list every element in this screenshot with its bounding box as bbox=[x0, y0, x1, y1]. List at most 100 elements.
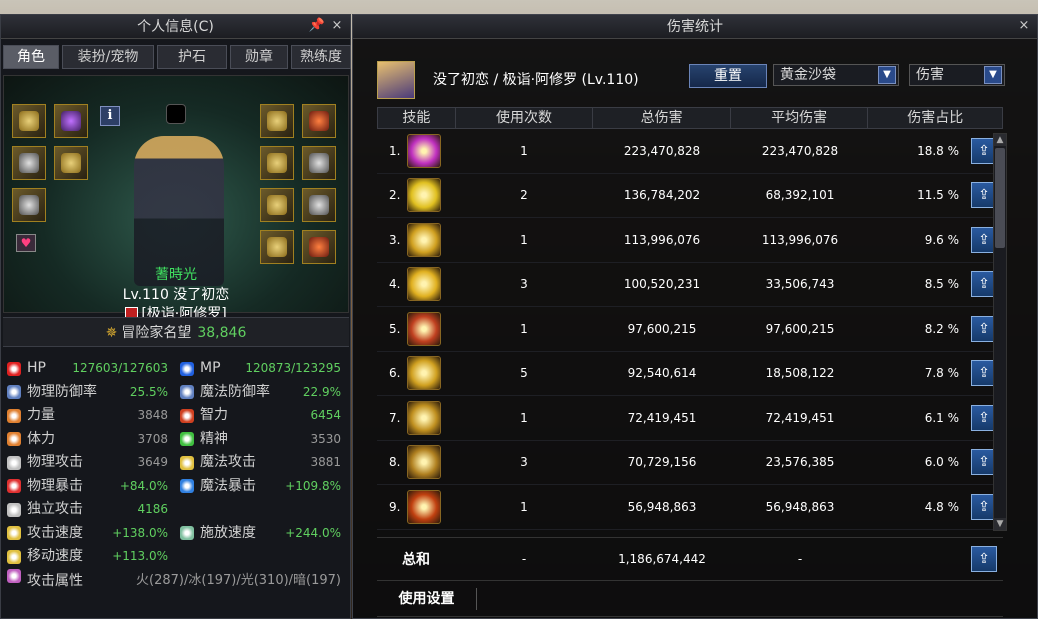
adventurer-fame: ✵ 冒险家名望 38,846 bbox=[3, 317, 349, 347]
total-damage-cell: 136,784,202 bbox=[623, 188, 701, 203]
stat-icon bbox=[180, 408, 194, 423]
skill-icon[interactable] bbox=[407, 311, 441, 346]
target-dropdown-value: 黄金沙袋 bbox=[780, 67, 836, 83]
close-icon[interactable]: × bbox=[1015, 17, 1033, 35]
total-uses: - bbox=[521, 552, 527, 566]
row-number: 2. bbox=[389, 188, 401, 203]
table-row[interactable]: 3. 1 113,996,076 113,996,076 9.6 % ⇪ bbox=[377, 218, 1003, 263]
stat-label: 精神 bbox=[200, 430, 228, 447]
chevron-down-icon[interactable]: ▼ bbox=[984, 66, 1002, 84]
equipment-slot-necklace[interactable] bbox=[302, 104, 336, 138]
column-skill[interactable]: 技能 bbox=[378, 108, 456, 128]
stat-label: 物理攻击 bbox=[27, 454, 83, 470]
table-row[interactable]: 5. 1 97,600,215 97,600,215 8.2 % ⇪ bbox=[377, 307, 1003, 352]
equipment-slot-magic-stone[interactable] bbox=[260, 230, 294, 264]
column-uses[interactable]: 使用次数 bbox=[456, 108, 594, 128]
equipment-slot-bottom[interactable] bbox=[54, 146, 88, 180]
share-cell: 18.8 % ⇪ bbox=[869, 137, 1003, 164]
table-scrollbar[interactable]: ▲ ▼ bbox=[993, 133, 1007, 531]
scroll-up-icon[interactable]: ▲ bbox=[994, 134, 1006, 146]
stat-label: 魔法攻击 bbox=[200, 454, 256, 470]
stat-row: 力量 3848 智力 6454 bbox=[3, 404, 349, 428]
stat-cell: 魔法防御率 22.9% bbox=[176, 381, 349, 405]
mode-dropdown[interactable]: 伤害 ▼ bbox=[909, 64, 1005, 86]
stat-icon bbox=[180, 479, 194, 494]
stat-cell: MP 120873/123295 bbox=[176, 357, 349, 381]
window-titlebar[interactable]: 伤害统计 × bbox=[353, 15, 1037, 39]
skill-icon[interactable] bbox=[407, 445, 441, 480]
scroll-thumb[interactable] bbox=[995, 148, 1005, 248]
reset-button[interactable]: 重置 bbox=[689, 64, 767, 88]
table-row[interactable]: 7. 1 72,419,451 72,419,451 6.1 % ⇪ bbox=[377, 396, 1003, 441]
table-body: 1. 1 223,470,828 223,470,828 18.8 % ⇪ 2. 2 136,7… bbox=[377, 129, 1003, 530]
tab-talisman[interactable]: 护石 bbox=[157, 45, 227, 69]
table-row[interactable]: 4. 3 100,520,231 33,506,743 8.5 % ⇪ bbox=[377, 263, 1003, 307]
row-number: 6. bbox=[389, 366, 401, 381]
skill-cell: 8. bbox=[377, 445, 455, 480]
equipment-slot-top[interactable] bbox=[12, 146, 46, 180]
equipment-slot-shoes[interactable] bbox=[260, 146, 294, 180]
table-row[interactable]: 2. 2 136,784,202 68,392,101 11.5 % ⇪ bbox=[377, 174, 1003, 218]
skill-icon[interactable] bbox=[407, 489, 441, 524]
stat-icon bbox=[180, 526, 194, 541]
dark-emblem-icon[interactable] bbox=[166, 104, 186, 124]
equipment-slot-shoulder[interactable] bbox=[260, 104, 294, 138]
attribute-label: 攻击属性 bbox=[27, 572, 83, 589]
stat-cell: 攻击速度 +138.0% bbox=[3, 522, 176, 546]
damage-share-value: 6.1 % bbox=[924, 410, 959, 425]
tab-avatar-pet[interactable]: 装扮/宠物 bbox=[62, 45, 154, 69]
table-row[interactable]: 8. 3 70,729,156 23,576,385 6.0 % ⇪ bbox=[377, 441, 1003, 485]
column-average-damage[interactable]: 平均伤害 bbox=[731, 108, 869, 128]
character-equipment-view: i ♥ 蓍時光 Lv.110 没了初恋 [极诣·阿修罗] bbox=[3, 75, 349, 322]
close-icon[interactable]: × bbox=[328, 17, 346, 35]
equipment-slot-bracelet[interactable] bbox=[302, 146, 336, 180]
average-damage-cell: 223,470,828 bbox=[761, 143, 839, 158]
scroll-down-icon[interactable]: ▼ bbox=[994, 518, 1006, 530]
share-cell: 7.8 % ⇪ bbox=[869, 360, 1003, 387]
guild-name: 蓍時光 bbox=[155, 267, 197, 283]
usage-settings-label[interactable]: 使用设置 bbox=[377, 587, 477, 610]
target-dropdown[interactable]: 黄金沙袋 ▼ bbox=[773, 64, 899, 86]
uses-cell: 5 bbox=[520, 366, 528, 381]
skill-icon[interactable] bbox=[407, 356, 441, 391]
skill-icon[interactable] bbox=[407, 222, 441, 257]
damage-share-value: 4.8 % bbox=[924, 499, 959, 514]
share-icon[interactable]: ⇪ bbox=[971, 546, 997, 572]
equipment-slot-belt[interactable] bbox=[12, 188, 46, 222]
equipment-slot-title[interactable] bbox=[54, 104, 88, 138]
stat-cell: 智力 6454 bbox=[176, 404, 349, 428]
stat-label: 移动速度 bbox=[27, 548, 83, 564]
column-damage-share[interactable]: 伤害占比 bbox=[868, 108, 1002, 128]
skill-icon[interactable] bbox=[407, 133, 441, 168]
table-row[interactable]: 6. 5 92,540,614 18,508,122 7.8 % ⇪ bbox=[377, 352, 1003, 396]
stat-row: 物理防御率 25.5% 魔法防御率 22.9% bbox=[3, 381, 349, 405]
uses-cell: 1 bbox=[520, 143, 528, 158]
heart-icon[interactable]: ♥ bbox=[16, 234, 36, 252]
column-total-damage[interactable]: 总伤害 bbox=[593, 108, 731, 128]
average-damage-cell: 68,392,101 bbox=[765, 188, 835, 203]
tab-proficiency[interactable]: 熟练度 bbox=[291, 45, 351, 69]
info-button[interactable]: i bbox=[100, 106, 120, 126]
equipment-slot-support[interactable] bbox=[302, 188, 336, 222]
tab-character[interactable]: 角色 bbox=[3, 45, 59, 69]
equipment-slot-weapon[interactable] bbox=[12, 104, 46, 138]
stat-icon bbox=[7, 479, 21, 494]
skill-icon[interactable] bbox=[407, 267, 441, 302]
equipment-slot-earring[interactable] bbox=[302, 230, 336, 264]
equipment-slot-ring[interactable] bbox=[260, 188, 294, 222]
table-row[interactable]: 9. 1 56,948,863 56,948,863 4.8 % ⇪ bbox=[377, 485, 1003, 530]
skill-icon[interactable] bbox=[407, 400, 441, 435]
stat-value: 127603/127603 bbox=[72, 361, 168, 375]
window-titlebar[interactable]: 个人信息(C) 📌 × bbox=[1, 15, 350, 39]
total-label: 总和 bbox=[402, 552, 430, 568]
pin-icon[interactable]: 📌 bbox=[308, 17, 326, 35]
chevron-down-icon[interactable]: ▼ bbox=[878, 66, 896, 84]
stat-cell: 魔法暴击 +109.8% bbox=[176, 475, 349, 499]
table-row[interactable]: 1. 1 223,470,828 223,470,828 18.8 % ⇪ bbox=[377, 129, 1003, 174]
share-cell: 8.2 % ⇪ bbox=[869, 315, 1003, 342]
tab-medal[interactable]: 勋章 bbox=[230, 45, 288, 69]
skill-icon[interactable] bbox=[407, 178, 441, 213]
skill-cell: 2. bbox=[377, 178, 455, 213]
stat-label: 攻击速度 bbox=[27, 524, 83, 541]
skill-cell: 9. bbox=[377, 489, 455, 524]
